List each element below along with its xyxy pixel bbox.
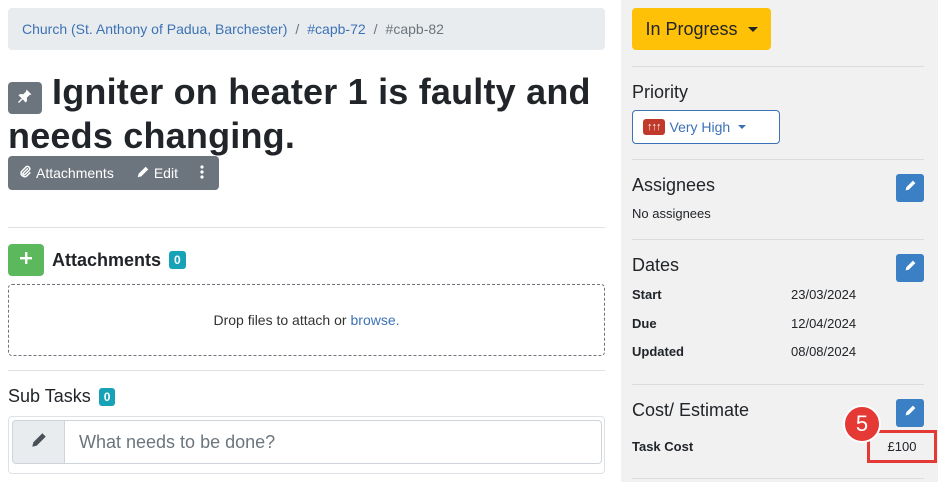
subtasks-heading: Sub Tasks <box>8 386 91 406</box>
subtask-entry-panel <box>8 416 605 474</box>
edit-button-label: Edit <box>153 165 178 181</box>
edit-button[interactable]: Edit <box>125 156 189 190</box>
pencil-icon <box>904 259 917 277</box>
attachments-header: Attachments 0 <box>8 244 186 276</box>
pencil-icon <box>904 404 917 422</box>
divider <box>8 227 605 228</box>
dates-heading: Dates <box>632 255 680 275</box>
subtask-input[interactable] <box>64 420 602 464</box>
pencil-icon <box>30 431 48 454</box>
pencil-icon <box>904 179 917 197</box>
edit-assignees-button[interactable] <box>896 174 924 202</box>
pin-button[interactable] <box>8 82 42 114</box>
divider <box>632 159 924 160</box>
assignees-value: No assignees <box>632 206 711 221</box>
priority-arrows-icon: ↑↑↑ <box>643 119 665 135</box>
breadcrumb: Church (St. Anthony of Padua, Barchester… <box>8 8 605 50</box>
browse-link[interactable]: browse. <box>351 312 400 328</box>
breadcrumb-separator: / <box>373 21 378 37</box>
dropzone-text: Drop files to attach or <box>213 312 347 328</box>
cost-heading: Cost/ Estimate <box>632 400 750 420</box>
kebab-menu-icon <box>200 164 208 182</box>
breadcrumb-link-parent-task[interactable]: #capb-72 <box>307 21 365 37</box>
breadcrumb-separator: / <box>295 21 300 37</box>
date-value-updated: 08/08/2024 <box>791 344 857 359</box>
date-label-due: Due <box>632 316 657 331</box>
subtasks-count-badge: 0 <box>98 387 116 406</box>
task-cost-value: £100 <box>887 439 917 454</box>
status-label: In Progress <box>645 18 738 39</box>
task-sidebar: In Progress Priority ↑↑↑ Very High Assig… <box>621 0 938 482</box>
edit-cost-button[interactable] <box>896 399 924 427</box>
priority-heading: Priority <box>632 82 689 102</box>
breadcrumb-current: #capb-82 <box>385 21 444 37</box>
step-number-badge: 5 <box>843 405 881 443</box>
priority-dropdown-button[interactable]: ↑↑↑ Very High <box>632 110 780 144</box>
date-value-start: 23/03/2024 <box>791 287 857 302</box>
paperclip-icon <box>19 165 36 181</box>
caret-down-icon <box>747 26 758 32</box>
add-attachment-button[interactable] <box>8 244 44 276</box>
date-label-updated: Updated <box>632 344 684 359</box>
divider <box>632 239 924 240</box>
date-value-due: 12/04/2024 <box>791 316 857 331</box>
subtasks-header: Sub Tasks 0 <box>8 386 116 407</box>
breadcrumb-link-church[interactable]: Church (St. Anthony of Padua, Barchester… <box>22 21 287 37</box>
pin-icon <box>17 88 33 109</box>
edit-dates-button[interactable] <box>896 254 924 282</box>
divider <box>632 478 924 479</box>
divider <box>8 370 605 371</box>
main-column: Church (St. Anthony of Padua, Barchester… <box>8 8 605 474</box>
attachments-button-label: Attachments <box>36 165 114 181</box>
date-label-start: Start <box>632 287 662 302</box>
attachments-heading: Attachments <box>52 249 162 270</box>
page-title: Igniter on heater 1 is faulty and needs … <box>8 71 591 156</box>
subtask-input-group <box>12 420 602 464</box>
title-row: Igniter on heater 1 is faulty and needs … <box>8 70 605 158</box>
divider <box>632 384 924 385</box>
task-cost-label: Task Cost <box>632 439 694 454</box>
divider <box>632 66 924 67</box>
pencil-icon <box>136 165 154 182</box>
task-toolbar: Attachments Edit <box>8 156 219 190</box>
attachments-button[interactable]: Attachments <box>8 156 125 190</box>
more-options-button[interactable] <box>189 156 219 190</box>
priority-value: Very High <box>669 119 731 135</box>
status-dropdown-button[interactable]: In Progress <box>632 8 771 50</box>
attachments-count-badge: 0 <box>169 251 186 269</box>
plus-icon <box>19 251 33 270</box>
subtask-input-prefix <box>12 420 64 464</box>
caret-down-icon <box>738 125 747 129</box>
assignees-heading: Assignees <box>632 175 716 195</box>
attachment-dropzone[interactable]: Drop files to attach or browse. <box>8 284 605 356</box>
